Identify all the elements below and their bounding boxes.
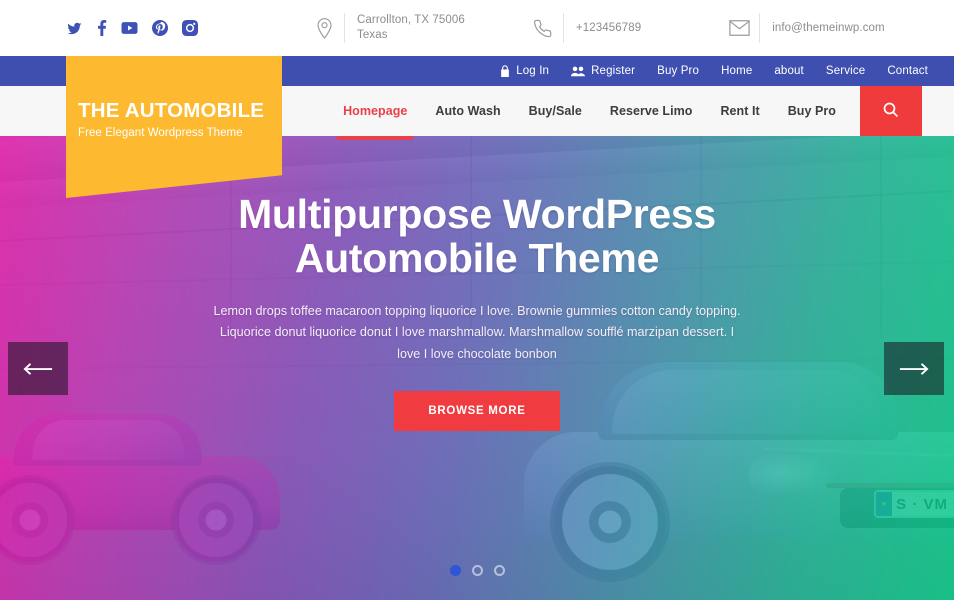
logo-subtitle: Free Elegant Wordpress Theme	[78, 126, 243, 139]
users-icon	[571, 66, 586, 77]
address-text: Carrollton, TX 75006 Texas	[345, 13, 465, 42]
site-logo[interactable]: THE AUTOMOBILE Free Elegant Wordpress Th…	[66, 56, 282, 198]
nav-register-label: Register	[591, 65, 636, 77]
logo-title: THE AUTOMOBILE	[78, 99, 265, 122]
twitter-icon[interactable]	[66, 21, 83, 36]
hero-content: Multipurpose WordPress Automobile Theme …	[0, 136, 954, 600]
youtube-icon[interactable]	[121, 20, 138, 36]
email-info: info@themeinwp.com	[719, 11, 885, 45]
mainnav-rent-it[interactable]: Rent It	[706, 86, 773, 136]
phone-icon	[523, 19, 563, 38]
mainnav-reserve-limo[interactable]: Reserve Limo	[596, 86, 707, 136]
slider-prev-button[interactable]	[8, 342, 68, 395]
address-line2: Texas	[357, 29, 388, 41]
slider-dot-1[interactable]	[449, 565, 461, 576]
email-text: info@themeinwp.com	[772, 21, 885, 34]
location-pin-icon	[304, 17, 344, 39]
browse-more-button[interactable]: BROWSE MORE	[394, 390, 560, 431]
nav-home[interactable]: Home	[721, 65, 752, 77]
mainnav-buy-pro[interactable]: Buy Pro	[774, 86, 850, 136]
secondary-nav: Log In Register Buy Pro Home about Servi…	[500, 65, 928, 77]
facebook-icon[interactable]	[97, 20, 107, 36]
hero-title-line2: Automobile Theme	[294, 235, 660, 282]
slider-dot-3[interactable]	[493, 565, 505, 576]
nav-buy-pro-top[interactable]: Buy Pro	[657, 65, 699, 77]
nav-about[interactable]: about	[774, 65, 804, 77]
envelope-icon	[719, 20, 759, 36]
nav-login[interactable]: Log In	[500, 65, 549, 77]
phone-text: +123456789	[575, 21, 642, 34]
phone-info: +123456789	[523, 11, 641, 45]
slider-dot-2[interactable]	[471, 565, 483, 576]
hero-description: Lemon drops toffee macaroon topping liqu…	[213, 303, 741, 361]
instagram-icon[interactable]	[182, 20, 198, 36]
address-line1: Carrollton, TX 75006	[357, 14, 465, 27]
slider-dots	[0, 565, 954, 576]
search-icon	[883, 102, 899, 121]
address-info: Carrollton, TX 75006 Texas	[304, 11, 465, 45]
arrow-right-icon	[899, 362, 929, 376]
nav-contact[interactable]: Contact	[887, 65, 928, 77]
pinterest-icon[interactable]	[152, 20, 168, 36]
main-nav: Homepage Auto Wash Buy/Sale Reserve Limo…	[329, 86, 850, 140]
hero-title: Multipurpose WordPress Automobile Theme	[238, 192, 716, 281]
mainnav-homepage[interactable]: Homepage	[329, 86, 421, 140]
top-info-bar: Carrollton, TX 75006 Texas +123456789 in…	[0, 0, 954, 56]
nav-service[interactable]: Service	[826, 65, 865, 77]
social-links	[66, 20, 296, 36]
nav-login-label: Log In	[516, 65, 550, 77]
hero-slider: ★ S · VM 90 Multipurpose WordPress Autom…	[0, 136, 954, 600]
mainnav-buy-sale[interactable]: Buy/Sale	[515, 86, 596, 136]
page-root: Carrollton, TX 75006 Texas +123456789 in…	[0, 0, 954, 600]
search-button[interactable]	[860, 86, 922, 136]
lock-icon	[500, 65, 510, 77]
contact-info-group: Carrollton, TX 75006 Texas +123456789 in…	[296, 11, 885, 45]
nav-register[interactable]: Register	[571, 65, 635, 77]
slider-next-button[interactable]	[884, 342, 944, 395]
arrow-left-icon	[23, 362, 53, 376]
mainnav-auto-wash[interactable]: Auto Wash	[421, 86, 514, 136]
hero-title-line1: Multipurpose WordPress	[238, 191, 716, 237]
